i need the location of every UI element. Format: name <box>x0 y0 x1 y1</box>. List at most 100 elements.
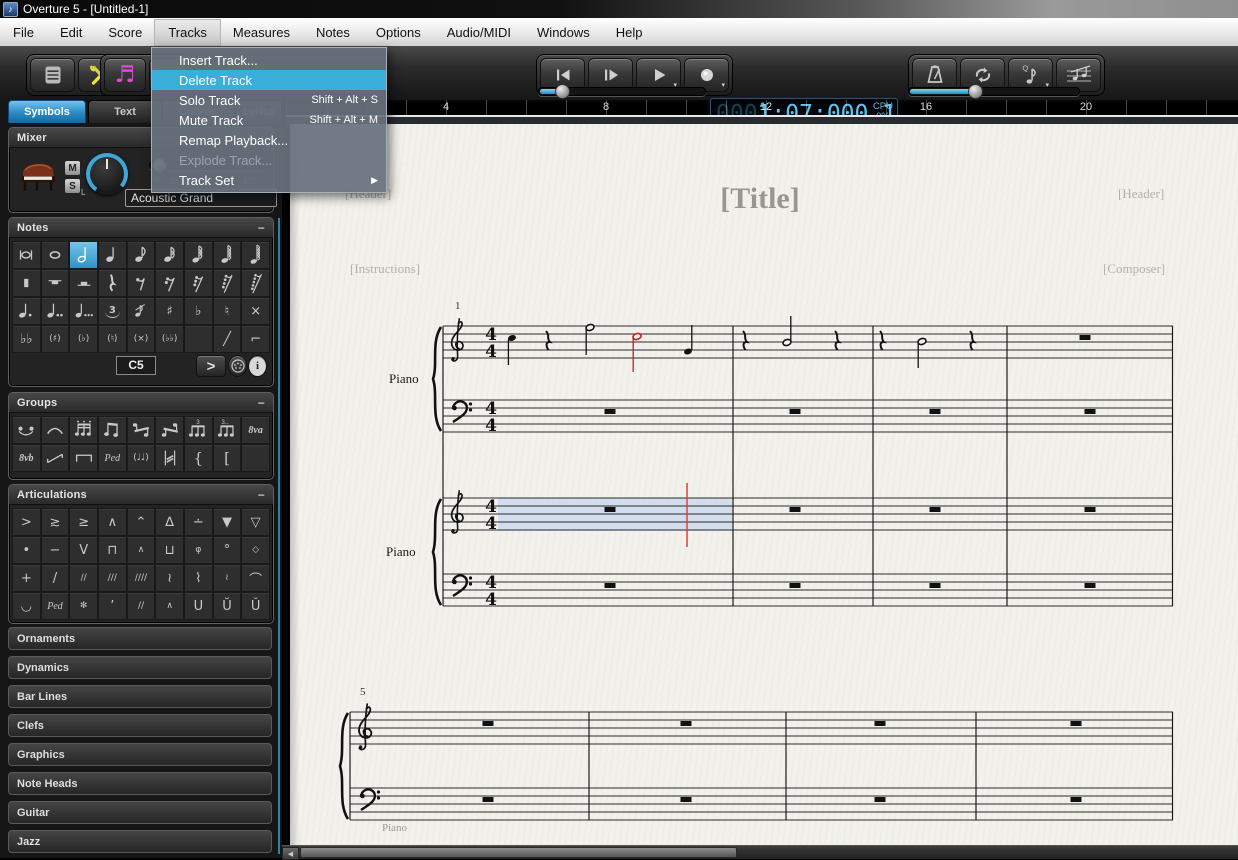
tie[interactable] <box>12 416 41 444</box>
arpeggio-up[interactable]: ⌇ <box>184 564 213 592</box>
thirtysecond-note[interactable] <box>184 241 213 269</box>
note-info-button[interactable]: i <box>248 355 267 377</box>
plus-sign[interactable]: + <box>12 564 41 592</box>
menu-item-measures[interactable]: Measures <box>220 20 303 45</box>
natural[interactable]: ♮ <box>213 297 242 325</box>
fermata-square-up[interactable]: Ŭ <box>213 592 242 620</box>
bracket[interactable]: [ <box>213 444 242 472</box>
tab-symbols[interactable]: Symbols <box>8 100 86 123</box>
staccato-tenuto[interactable]: ∸ <box>184 508 213 536</box>
scrollbar-thumb[interactable] <box>300 847 737 858</box>
menu-item-tracks[interactable]: Tracks <box>155 20 220 45</box>
beamed-sixteenth-group[interactable] <box>69 416 98 444</box>
octave-down[interactable]: 8vb <box>12 444 41 472</box>
flat[interactable]: ♭ <box>184 297 213 325</box>
paren-double-flat[interactable]: (♭♭) <box>155 325 184 353</box>
accent-staccato[interactable]: ≳ <box>41 508 70 536</box>
double-sharp[interactable]: × <box>241 297 270 325</box>
dotted-note[interactable] <box>12 297 41 325</box>
collapse-button[interactable]: − <box>258 223 265 233</box>
tremolo-1[interactable]: / <box>41 564 70 592</box>
collapsed-panel-jazz[interactable]: Jazz <box>8 830 272 853</box>
line-with-hooks[interactable] <box>41 444 70 472</box>
triplet-beam-dotted[interactable] <box>213 416 242 444</box>
breath-mark[interactable]: ’ <box>98 592 127 620</box>
record-dropdown-arrow[interactable]: ▾ <box>721 81 725 89</box>
thirtysecond-rest[interactable] <box>184 269 213 297</box>
eighth-note[interactable] <box>127 241 156 269</box>
collapse-button[interactable]: − <box>258 490 265 500</box>
position-slider-thumb[interactable] <box>555 84 570 99</box>
collapsed-panel-ornaments[interactable]: Ornaments <box>8 627 272 650</box>
solo-button[interactable]: S <box>64 178 81 194</box>
triangle-accent[interactable]: ∆ <box>155 508 184 536</box>
tremolo-beams[interactable] <box>155 444 184 472</box>
library-button[interactable] <box>30 58 75 92</box>
diamond[interactable]: ◇ <box>241 536 270 564</box>
hundredtwentyeighth-note[interactable] <box>241 241 270 269</box>
hundredtwentyeighth-rest[interactable] <box>241 269 270 297</box>
soft-accent[interactable]: ∧ <box>127 536 156 564</box>
menu-item-explode-track[interactable]: Explode Track... <box>152 150 386 170</box>
notes-piano1-treble[interactable] <box>507 316 1090 372</box>
menu-item-remap-playback[interactable]: Remap Playback... <box>152 130 386 150</box>
accent-button[interactable]: > <box>196 355 226 377</box>
whole-note[interactable] <box>41 241 70 269</box>
fermata-square-down[interactable]: Ǔ <box>241 592 270 620</box>
brace[interactable]: { <box>184 444 213 472</box>
breve-rest[interactable] <box>12 269 41 297</box>
menu-item-solo-track[interactable]: Solo TrackShift + Alt + S <box>152 90 386 110</box>
menu-item-options[interactable]: Options <box>363 20 434 45</box>
fermata-square[interactable]: U <box>184 592 213 620</box>
midi-input-button[interactable] <box>228 355 247 377</box>
cross-staff-beam-up[interactable] <box>155 416 184 444</box>
octave-up[interactable]: 8va <box>241 416 270 444</box>
tempo-slider-thumb[interactable] <box>968 84 983 99</box>
ornament-snowflake[interactable]: ✻ <box>69 592 98 620</box>
triple-dotted-note[interactable] <box>69 297 98 325</box>
menu-item-windows[interactable]: Windows <box>524 20 603 45</box>
pitch-field[interactable]: C5 <box>116 356 156 375</box>
paren-double-sharp[interactable]: (×) <box>127 325 156 353</box>
collapsed-panel-dynamics[interactable]: Dynamics <box>8 656 272 679</box>
slash-notehead[interactable]: ╱ <box>213 325 242 353</box>
harmonic[interactable]: ° <box>213 536 242 564</box>
arpeggio[interactable]: ≀ <box>155 564 184 592</box>
sharp[interactable]: ♯ <box>155 297 184 325</box>
fermata-short[interactable]: ⌒ <box>241 564 270 592</box>
up-bow[interactable]: V <box>69 536 98 564</box>
collapse-button[interactable]: − <box>258 398 265 408</box>
half-rest[interactable] <box>69 269 98 297</box>
notes-panel-header[interactable]: Notes − <box>9 218 273 238</box>
empty-cell[interactable] <box>241 444 270 472</box>
bracket-line[interactable] <box>69 444 98 472</box>
notation-canvas[interactable]: 4 4 4 4 4 4 4 4 <box>290 124 1238 845</box>
menu-item-delete-track[interactable]: Delete Track <box>152 70 386 90</box>
position-slider[interactable] <box>538 87 706 96</box>
breve-note[interactable] <box>12 241 41 269</box>
wedge-outline[interactable]: ▽ <box>241 508 270 536</box>
paren-natural[interactable]: (♮) <box>98 325 127 353</box>
soft-marcato[interactable]: ∧ <box>155 592 184 620</box>
caesura[interactable]: // <box>127 592 156 620</box>
menu-item-score[interactable]: Score <box>95 20 155 45</box>
down-bow[interactable]: ⊓ <box>98 536 127 564</box>
sixteenth-note[interactable] <box>155 241 184 269</box>
collapsed-panel-guitar[interactable]: Guitar <box>8 801 272 824</box>
double-dotted-note[interactable] <box>41 297 70 325</box>
menu-item-insert-track[interactable]: Insert Track... <box>152 50 386 70</box>
tuplet-3[interactable]: 3 <box>98 297 127 325</box>
tempo-slider[interactable] <box>908 87 1080 96</box>
groups-panel-header[interactable]: Groups − <box>9 393 273 413</box>
double-flat[interactable]: ♭♭ <box>12 325 41 353</box>
accent-tenuto[interactable]: ≥ <box>69 508 98 536</box>
accent[interactable]: > <box>12 508 41 536</box>
horizontal-scrollbar[interactable]: ◀ <box>282 845 1238 859</box>
scroll-left-button[interactable]: ◀ <box>282 847 299 860</box>
menu-item-notes[interactable]: Notes <box>303 20 363 45</box>
heel[interactable]: ⊔ <box>155 536 184 564</box>
staccato[interactable]: • <box>12 536 41 564</box>
tremolo-2[interactable]: // <box>69 564 98 592</box>
tremolo-3[interactable]: /// <box>98 564 127 592</box>
marcato[interactable]: ∧ <box>98 508 127 536</box>
